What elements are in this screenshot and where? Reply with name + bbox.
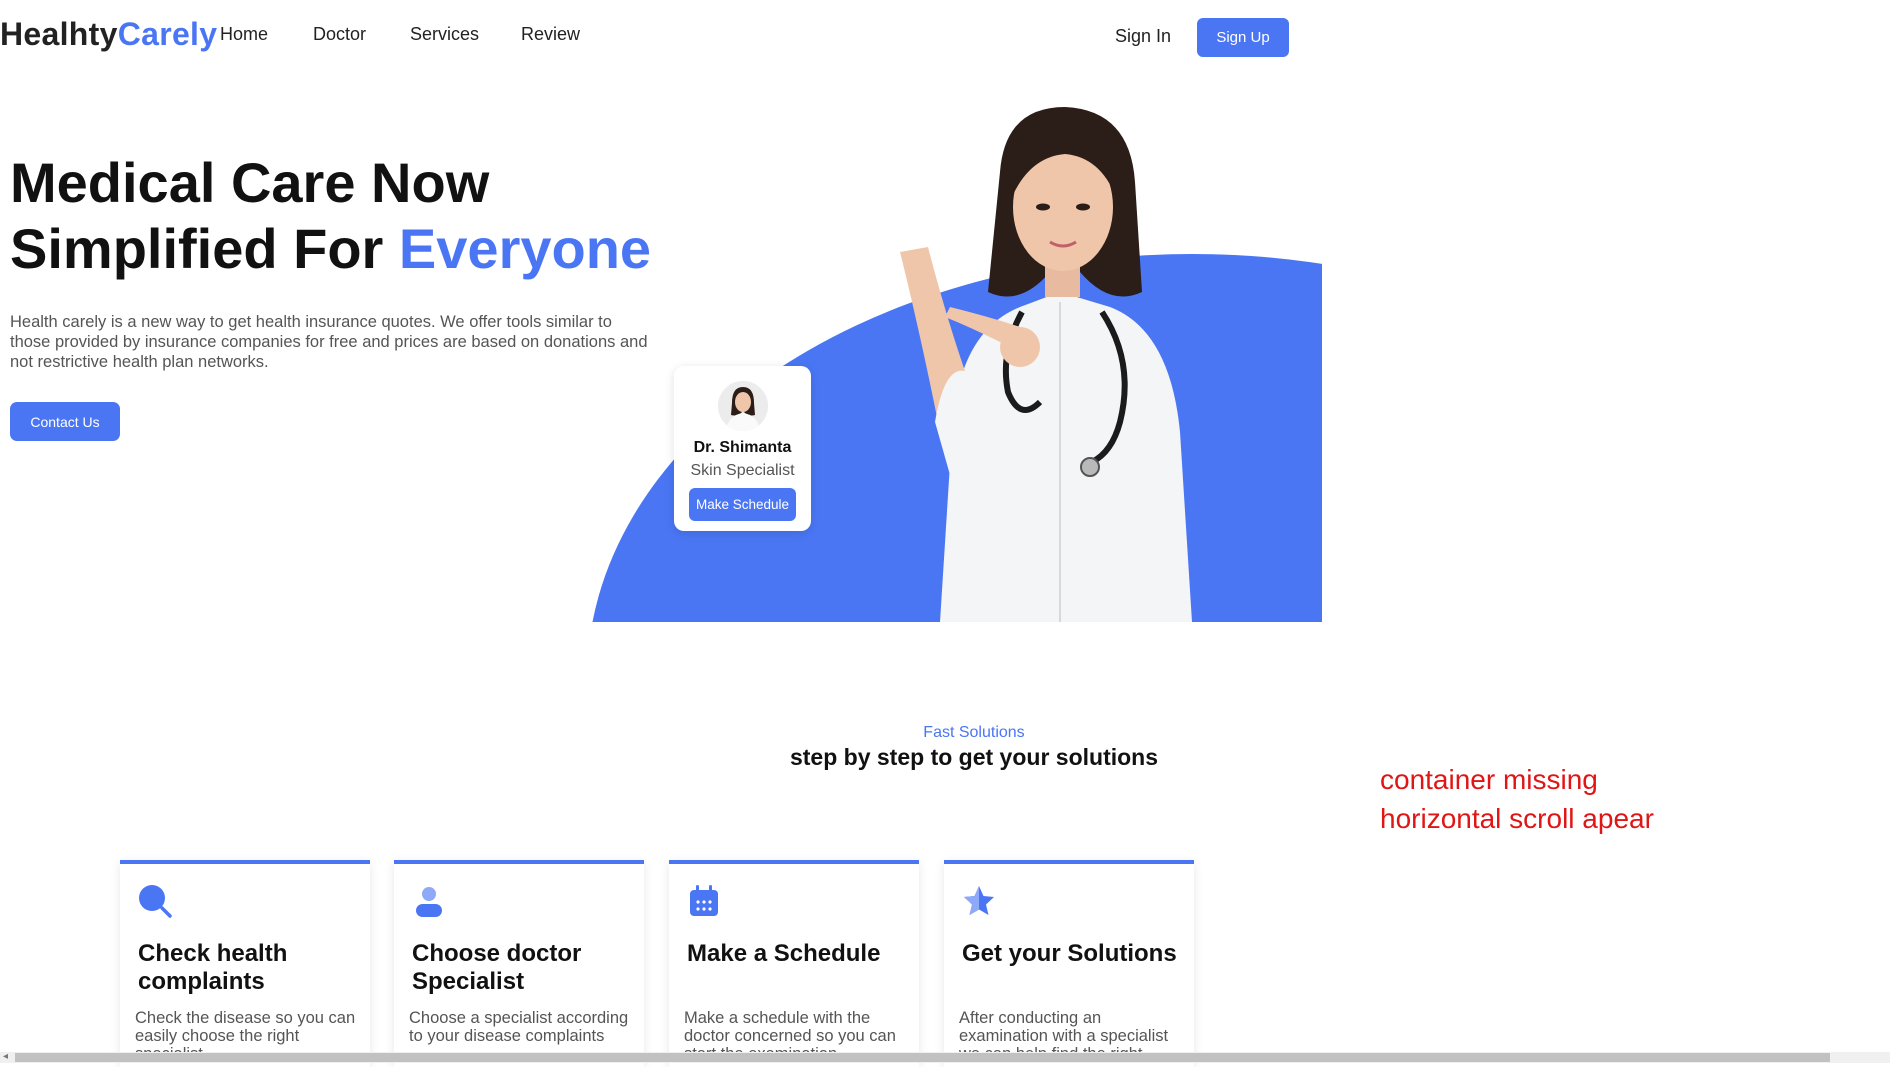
step-card-get-solutions: Get your Solutions After conducting an e… [944,860,1194,1067]
nav-link-review[interactable]: Review [521,24,580,45]
step-title: Get your Solutions [962,940,1177,967]
calendar-icon [687,884,721,918]
user-icon [412,884,446,918]
make-schedule-button[interactable]: Make Schedule [689,488,796,521]
hero-title-line2-prefix: Simplified For [10,217,399,280]
horizontal-scrollbar[interactable]: ◂ [0,1050,1890,1064]
nav-link-services[interactable]: Services [410,24,479,45]
brand-logo[interactable]: HealhtyCarely [0,16,217,53]
section-subtitle: Fast Solutions [923,724,1025,741]
brand-name-part2: Carely [117,16,218,52]
doctor-name: Dr. Shimanta [693,439,792,456]
search-icon [138,884,172,918]
hero-description: Health carely is a new way to get health… [10,313,648,371]
nav-link-home[interactable]: Home [220,24,268,45]
hero-title: Medical Care Now Simplified For Everyone [10,150,651,282]
step-title: Check health complaints [138,940,288,995]
annotation-line1: container missing [1380,764,1598,795]
step-title: Choose doctor Specialist [412,940,582,995]
scroll-left-arrow-icon[interactable]: ◂ [3,1050,8,1064]
doctor-hero-image [880,102,1240,622]
hero-title-line1: Medical Care Now [10,151,490,214]
sign-in-link[interactable]: Sign In [1115,26,1171,47]
contact-us-button[interactable]: Contact Us [10,402,120,441]
doctor-card: Dr. Shimanta Skin Specialist Make Schedu… [674,366,811,531]
step-description: Choose a specialist according to your di… [409,1009,629,1045]
doctor-specialty: Skin Specialist [690,462,795,479]
star-icon [962,884,996,918]
step-card-check-health: Check health complaints Check the diseas… [120,860,370,1067]
sign-up-button[interactable]: Sign Up [1197,18,1289,57]
brand-name-part1: Healhty [0,16,118,52]
step-title: Make a Schedule [687,940,881,967]
step-card-choose-doctor: Choose doctor Specialist Choose a specia… [394,860,644,1067]
annotation-note: container missing horizontal scroll apear [1380,760,1654,838]
annotation-line2: horizontal scroll apear [1380,803,1654,834]
step-card-make-schedule: Make a Schedule Make a schedule with the… [669,860,919,1067]
doctor-avatar [718,381,768,431]
nav-link-doctor[interactable]: Doctor [313,24,366,45]
scrollbar-thumb[interactable] [15,1053,1830,1062]
